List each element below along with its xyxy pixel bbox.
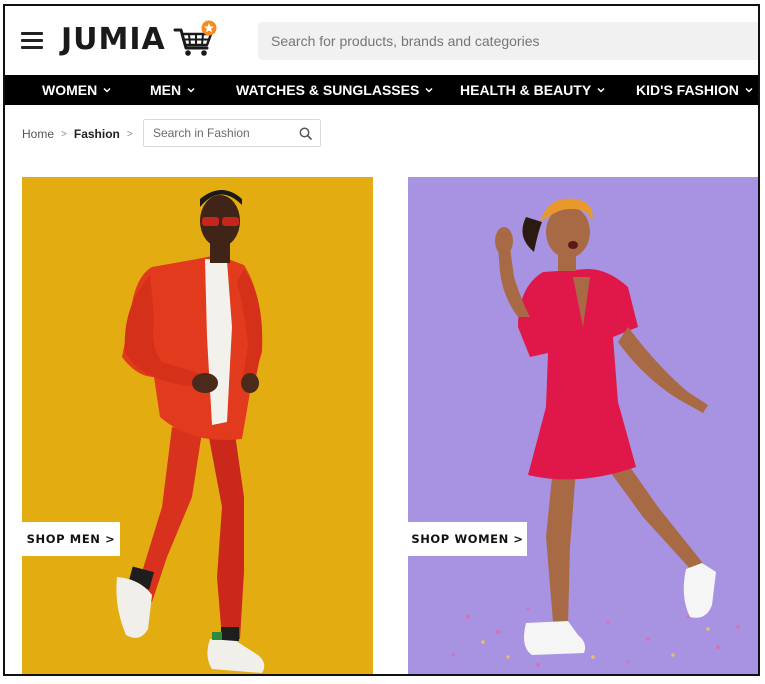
nav-item-label: MEN xyxy=(150,82,182,98)
woman-in-pink-dress-image xyxy=(451,198,740,667)
shop-women-button[interactable]: SHOP WOMEN > xyxy=(408,522,527,556)
nav-item-label: WATCHES & SUNGLASSES xyxy=(236,82,420,98)
shop-men-banner[interactable]: SHOP MEN > xyxy=(22,177,373,674)
breadcrumb-separator: > xyxy=(61,128,67,140)
chevron-down-icon xyxy=(187,87,195,93)
man-in-red-suit-image xyxy=(116,190,265,673)
nav-item-watches-sunglasses[interactable]: WATCHES & SUNGLASSES xyxy=(236,75,433,105)
shop-women-banner[interactable]: SHOP WOMEN > xyxy=(408,177,758,674)
chevron-down-icon xyxy=(745,87,753,93)
nav-item-label: HEALTH & BEAUTY xyxy=(460,82,592,98)
nav-item-men[interactable]: MEN xyxy=(150,75,195,105)
search-bar[interactable] xyxy=(258,22,758,60)
nav-item-label: KID'S FASHION xyxy=(636,82,739,98)
shopping-cart-star-icon xyxy=(173,20,217,56)
nav-item-women[interactable]: WOMEN xyxy=(42,75,111,105)
nav-item-health-beauty[interactable]: HEALTH & BEAUTY xyxy=(460,75,605,105)
chevron-down-icon xyxy=(103,87,111,93)
breadcrumb-home-link[interactable]: Home xyxy=(22,127,54,141)
breadcrumb-separator: > xyxy=(126,128,133,140)
hamburger-menu-icon[interactable] xyxy=(21,32,43,50)
nav-item-kids-fashion[interactable]: KID'S FASHION xyxy=(636,75,753,105)
fashion-search-box[interactable] xyxy=(143,119,321,147)
header: JUMIA xyxy=(5,6,758,75)
nav-item-label: WOMEN xyxy=(42,82,98,98)
breadcrumb-current: Fashion xyxy=(73,127,120,141)
category-nav: WOMEN MEN WATCHES & SUNGLASSES HEALTH & … xyxy=(5,75,758,105)
shop-men-button[interactable]: SHOP MEN > xyxy=(22,522,120,556)
page-frame: JUMIA WOMEN MEN xyxy=(3,4,760,676)
fashion-search-input[interactable] xyxy=(153,126,293,140)
chevron-down-icon xyxy=(597,87,605,93)
logo-text: JUMIA xyxy=(61,22,166,57)
breadcrumb: Home > Fashion > xyxy=(22,121,140,147)
chevron-down-icon xyxy=(425,87,433,93)
search-input[interactable] xyxy=(271,33,758,49)
search-icon[interactable] xyxy=(299,127,312,140)
